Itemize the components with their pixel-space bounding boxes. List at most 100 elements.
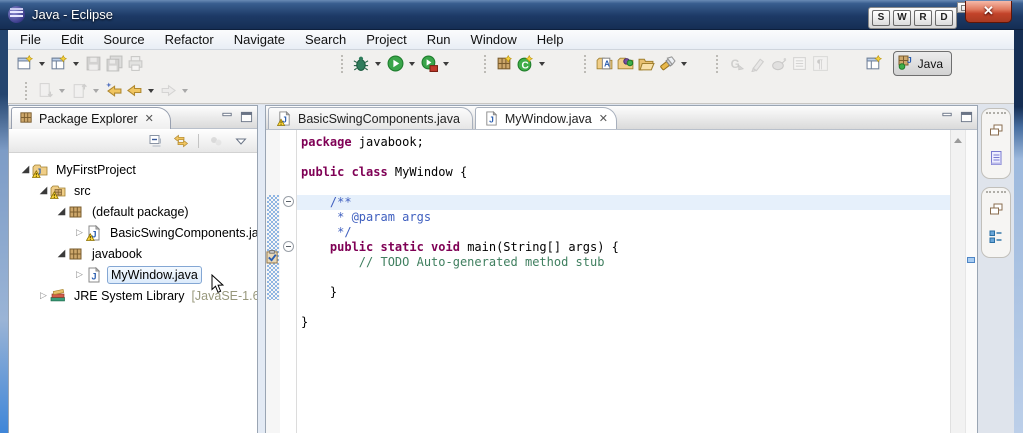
expand-arrow-icon[interactable]: ▷: [73, 227, 86, 238]
capture-button-r[interactable]: R: [914, 10, 932, 26]
last-edit-location-button[interactable]: [103, 81, 124, 100]
open-perspective-button[interactable]: [864, 54, 885, 73]
new-class-button[interactable]: C: [515, 54, 536, 73]
run-external-tools-dropdown-arrow[interactable]: [443, 62, 449, 66]
show-whitespace-icon: ¶: [812, 55, 829, 72]
java-perspective-button[interactable]: J Java: [893, 51, 952, 76]
menu-item-refactor[interactable]: Refactor: [155, 31, 224, 48]
restore-button[interactable]: [988, 201, 1004, 222]
fold-collapse-icon[interactable]: [283, 196, 294, 207]
stack-drag-handle[interactable]: [986, 191, 1006, 194]
back-icon: [126, 82, 143, 99]
new-java-project-2-button[interactable]: [494, 54, 515, 73]
toolbar-drag-handle[interactable]: [341, 55, 344, 73]
new-java-project-button[interactable]: [49, 54, 70, 73]
menu-item-window[interactable]: Window: [461, 31, 527, 48]
title-bar[interactable]: Java - Eclipse SWRD ✕: [0, 0, 1023, 30]
expand-arrow-icon[interactable]: ▷: [37, 290, 50, 301]
menu-item-project[interactable]: Project: [356, 31, 416, 48]
run-button[interactable]: [385, 54, 406, 73]
collapse-all-button[interactable]: [146, 132, 166, 150]
run-external-tools-button[interactable]: [419, 54, 440, 73]
menu-item-search[interactable]: Search: [295, 31, 356, 48]
capture-button-w[interactable]: W: [893, 10, 911, 26]
menu-item-navigate[interactable]: Navigate: [224, 31, 295, 48]
sash-divider[interactable]: [258, 105, 265, 433]
new-wizard-button[interactable]: [15, 54, 36, 73]
editor-scrollbar[interactable]: [950, 130, 965, 433]
mark-occurrences-button: G: [726, 54, 747, 73]
package-explorer-tab[interactable]: Package Explorer ✕: [11, 107, 171, 129]
tree-item-basicswingcomponents-java[interactable]: ▷JBasicSwingComponents.java: [9, 222, 257, 243]
code-editor[interactable]: package javabook; public class MyWindow …: [297, 130, 950, 433]
search-button[interactable]: [657, 54, 678, 73]
open-type-button[interactable]: A: [594, 54, 615, 73]
maximize-view-button[interactable]: [240, 110, 253, 128]
toolbar-drag-handle[interactable]: [584, 55, 587, 73]
svg-text:¶: ¶: [817, 58, 823, 71]
back-button[interactable]: [124, 81, 145, 100]
folding-ruler[interactable]: [280, 130, 297, 433]
editor-area: JBasicSwingComponents.javaJMyWindow.java…: [265, 105, 978, 433]
task-list-button[interactable]: [988, 150, 1004, 171]
toolbar-drag-handle[interactable]: [484, 55, 487, 73]
menu-item-run[interactable]: Run: [417, 31, 461, 48]
link-with-editor-button[interactable]: [171, 132, 191, 150]
task-marker-icon[interactable]: [266, 250, 279, 264]
tree-item-src[interactable]: ◢src: [9, 180, 257, 201]
menu-item-source[interactable]: Source: [93, 31, 154, 48]
new-java-project-dropdown-arrow[interactable]: [73, 62, 79, 66]
menu-item-help[interactable]: Help: [527, 31, 574, 48]
eclipse-window: Java - Eclipse SWRD ✕ FileEditSourceRefa…: [0, 0, 1023, 433]
java-perspective-label: Java: [918, 57, 943, 71]
overview-annotation-marker[interactable]: [967, 257, 975, 263]
menu-item-edit[interactable]: Edit: [51, 31, 93, 48]
minimize-view-button[interactable]: [221, 110, 234, 128]
capture-button-s[interactable]: S: [872, 10, 890, 26]
open-package-button[interactable]: [615, 54, 636, 73]
collapse-arrow-icon[interactable]: ◢: [55, 206, 68, 217]
minimize-editor-button[interactable]: [941, 110, 954, 128]
java-file-icon: J: [86, 267, 103, 283]
close-view-icon[interactable]: ✕: [145, 112, 154, 125]
debug-icon: [353, 55, 370, 72]
scroll-up-icon[interactable]: [954, 138, 962, 143]
overview-ruler[interactable]: [965, 130, 977, 433]
new-class-dropdown-arrow[interactable]: [539, 62, 545, 66]
expand-arrow-icon[interactable]: ▷: [73, 269, 86, 280]
toolbar-drag-handle[interactable]: [25, 82, 28, 100]
collapse-arrow-icon[interactable]: ◢: [55, 248, 68, 259]
tree-item-default-package[interactable]: ◢(default package): [9, 201, 257, 222]
minimized-view-stack-2: [981, 187, 1011, 258]
close-button[interactable]: ✕: [965, 1, 1012, 23]
back-dropdown-arrow[interactable]: [148, 89, 154, 93]
svg-text:J: J: [489, 115, 494, 125]
menu-item-file[interactable]: File: [10, 31, 51, 48]
java-file-icon: J: [86, 225, 103, 241]
tree-item-javabook[interactable]: ◢javabook: [9, 243, 257, 264]
restore-button[interactable]: [988, 122, 1004, 143]
open-resource-button[interactable]: [636, 54, 657, 73]
collapse-arrow-icon[interactable]: ◢: [19, 164, 32, 175]
show-whitespace-button: ¶: [810, 54, 831, 73]
fold-collapse-icon[interactable]: [283, 241, 294, 252]
stack-drag-handle[interactable]: [986, 112, 1006, 115]
view-menu-button[interactable]: [231, 132, 251, 150]
capture-button-d[interactable]: D: [935, 10, 953, 26]
collapse-arrow-icon[interactable]: ◢: [37, 185, 50, 196]
marker-bar[interactable]: [266, 130, 280, 433]
tree-item-myfirstproject[interactable]: ◢JMyFirstProject: [9, 159, 257, 180]
debug-button[interactable]: [351, 54, 372, 73]
show-source-button: [789, 54, 810, 73]
outline-button[interactable]: [988, 229, 1004, 250]
close-tab-icon[interactable]: ✕: [599, 112, 608, 125]
toolbar-drag-handle[interactable]: [716, 55, 719, 73]
debug-dropdown-arrow[interactable]: [375, 62, 381, 66]
editor-tab-label: BasicSwingComponents.java: [298, 112, 460, 126]
editor-tab-mywindow-java[interactable]: JMyWindow.java✕: [475, 107, 617, 129]
run-dropdown-arrow[interactable]: [409, 62, 415, 66]
editor-tab-basicswingcomponents-java[interactable]: JBasicSwingComponents.java: [268, 107, 473, 129]
new-wizard-dropdown-arrow[interactable]: [39, 62, 45, 66]
search-dropdown-arrow[interactable]: [681, 62, 687, 66]
maximize-editor-button[interactable]: [960, 110, 973, 128]
